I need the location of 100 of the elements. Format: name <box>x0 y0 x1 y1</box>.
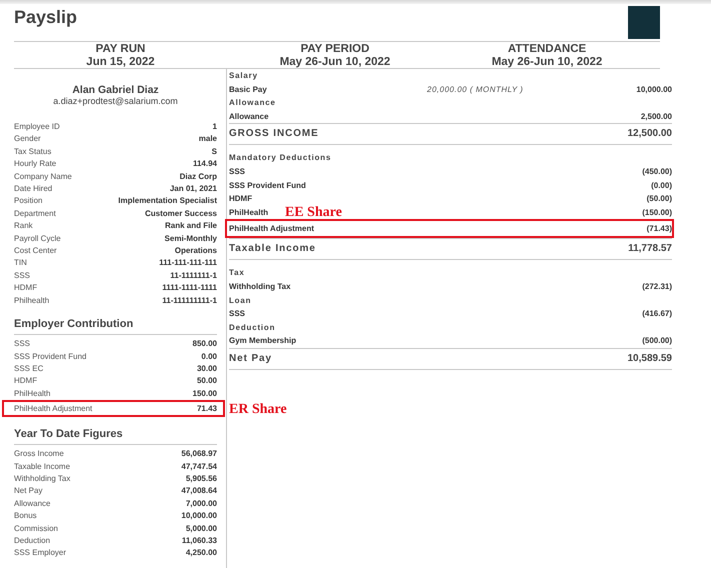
row-label: Taxable Income <box>14 460 70 473</box>
annotation-label: EE Share <box>285 205 342 222</box>
row-value: 50.00 <box>196 375 217 388</box>
row-value: (0.00) <box>651 180 672 192</box>
row-value: Diaz Corp <box>180 170 217 183</box>
header-date: May 26-Jun 10, 2022 <box>490 56 604 68</box>
group-heading: Deduction <box>229 322 276 334</box>
row-value: S <box>212 146 217 158</box>
row-value: 2,500.00 <box>640 110 672 123</box>
rate-note: 20,000.00 ( MONTHLY ) <box>427 84 524 96</box>
row-label: Hourly Rate <box>14 158 56 170</box>
row-value: (272.31) <box>642 280 672 293</box>
row-value: 11,060.33 <box>182 534 217 547</box>
row-value: 5,905.56 <box>186 472 217 485</box>
row-label: Gym Membership <box>229 335 296 348</box>
row-value: Semi-Monthly <box>164 232 217 245</box>
row-value: 10,000.00 <box>636 84 672 96</box>
row-label: Gross Income <box>14 448 64 460</box>
row-label: HDMF <box>14 282 38 294</box>
row-label: Cost Center <box>14 245 57 258</box>
group-heading: Tax <box>229 267 245 280</box>
section-heading: Employer Contribution <box>14 316 217 336</box>
row-label: SSS <box>14 270 30 282</box>
row-label: Withholding Tax <box>14 472 70 485</box>
row-value: 10,000.00 <box>181 510 217 522</box>
row-value: 7,000.00 <box>186 498 217 510</box>
row-value: 850.00 <box>192 338 217 350</box>
row-label: SSS <box>229 308 246 320</box>
row-value: Operations <box>174 245 217 258</box>
row-label: Philhealth <box>14 294 50 307</box>
row-label: Allowance <box>229 110 269 123</box>
group-heading: Allowance <box>229 97 276 110</box>
row-value: 47,008.64 <box>181 485 217 498</box>
row-label: SSS Employer <box>14 547 66 560</box>
row-value: 11-1111111-1 <box>170 270 217 282</box>
row-value: 5,000.00 <box>186 522 217 535</box>
row-value: (71.43) <box>646 223 672 236</box>
total-value: 12,500.00 <box>628 128 672 140</box>
row-value: 47,747.54 <box>181 460 217 473</box>
row-label: SSS <box>229 166 246 178</box>
row-label: HDMF <box>14 375 38 388</box>
row-value: 111-111-111-111 <box>159 257 217 270</box>
row-label: Tax Status <box>14 146 52 158</box>
group-heading: Salary <box>229 70 258 82</box>
employee-email: a.diaz+prodtest@salarium.com <box>52 96 179 107</box>
row-label: Gender <box>14 133 41 146</box>
row-label: HDMF <box>229 193 252 206</box>
row-value: Rank and File <box>164 220 217 232</box>
header-label: PAY PERIOD <box>300 43 370 56</box>
section-heading: Year To Date Figures <box>14 426 217 446</box>
row-label: TIN <box>14 257 27 270</box>
row-value: 71.43 <box>196 403 217 416</box>
row-label: Basic Pay <box>229 84 267 96</box>
row-value: 0.00 <box>201 350 217 362</box>
row-value: 150.00 <box>192 388 217 400</box>
total-label: GROSS INCOME <box>229 128 319 140</box>
row-label: Commission <box>14 522 58 535</box>
row-value: (450.00) <box>642 166 672 178</box>
row-label: Payroll Cycle <box>14 232 61 245</box>
row-label: PhilHealth <box>14 388 50 400</box>
row-label: PhilHealth Adjustment <box>229 223 314 236</box>
row-value: 1111-1111-1111 <box>162 282 217 294</box>
row-label: PhilHealth Adjustment <box>14 403 92 416</box>
header-date: Jun 15, 2022 <box>85 56 156 68</box>
group-heading: Loan <box>229 294 252 307</box>
row-label: Company Name <box>14 170 72 183</box>
row-label: Withholding Tax <box>229 280 291 293</box>
row-value: Implementation Specialist <box>118 195 217 208</box>
row-label: Net Pay <box>14 485 42 498</box>
row-label: Rank <box>14 220 33 232</box>
total-value: 11,778.57 <box>628 243 672 256</box>
row-value: (500.00) <box>642 335 672 348</box>
group-heading: Mandatory Deductions <box>229 152 332 164</box>
row-value: 4,250.00 <box>186 547 217 560</box>
row-label: Date Hired <box>14 183 52 196</box>
row-value: male <box>198 133 217 146</box>
page-title: Payslip <box>14 6 78 28</box>
row-value: 1 <box>212 121 217 133</box>
header-date: May 26-Jun 10, 2022 <box>278 56 392 68</box>
total-label: Net Pay <box>229 352 272 365</box>
header-label: ATTENDANCE <box>506 43 588 56</box>
header-label: PAY RUN <box>94 43 146 56</box>
total-label: Taxable Income <box>229 243 316 256</box>
row-value: 11-111111111-1 <box>162 294 217 307</box>
row-label: SSS <box>14 338 30 350</box>
row-value: (150.00) <box>642 206 672 219</box>
row-label: Deduction <box>14 534 50 547</box>
row-label: SSS EC <box>14 362 44 375</box>
row-value: Jan 01, 2021 <box>170 183 217 196</box>
logo-placeholder <box>628 6 660 39</box>
row-value: (416.67) <box>642 308 672 320</box>
row-label: Allowance <box>14 498 50 510</box>
row-label: Department <box>14 208 56 220</box>
row-value: 30.00 <box>196 362 217 375</box>
row-value: 56,068.97 <box>181 448 217 460</box>
employee-name: Alan Gabriel Diaz <box>71 84 160 96</box>
row-label: Position <box>14 195 42 208</box>
row-value: (50.00) <box>646 193 672 206</box>
row-label: PhilHealth <box>229 206 268 219</box>
row-label: Bonus <box>14 510 37 522</box>
